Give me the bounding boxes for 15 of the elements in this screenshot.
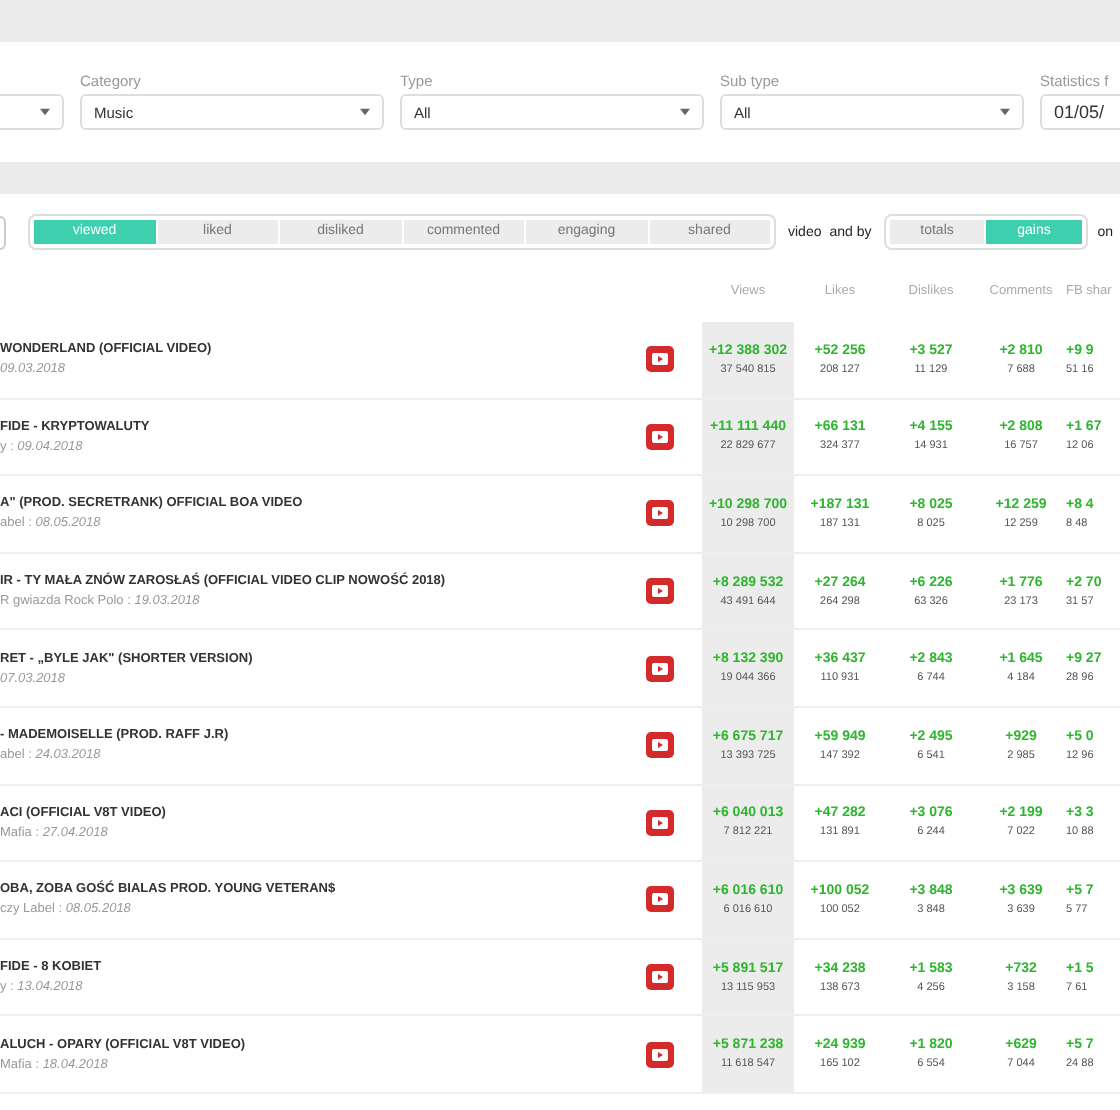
- video-play-icon[interactable]: [646, 423, 674, 450]
- video-play-icon[interactable]: [646, 964, 674, 991]
- caret-icon: [360, 108, 370, 116]
- date-field[interactable]: 01/05/: [1040, 94, 1120, 130]
- video-play-icon[interactable]: [646, 578, 674, 605]
- caret-icon: [40, 108, 50, 116]
- video-play-icon[interactable]: [646, 809, 674, 836]
- video-play-icon[interactable]: [646, 655, 674, 682]
- caret-icon: [1000, 108, 1010, 116]
- caret-icon: [680, 108, 690, 116]
- video-play-icon[interactable]: [646, 346, 674, 373]
- video-play-icon[interactable]: [646, 500, 674, 527]
- video-play-icon[interactable]: [646, 886, 674, 913]
- video-play-icon[interactable]: [646, 1041, 674, 1068]
- video-play-icon[interactable]: [646, 732, 674, 759]
